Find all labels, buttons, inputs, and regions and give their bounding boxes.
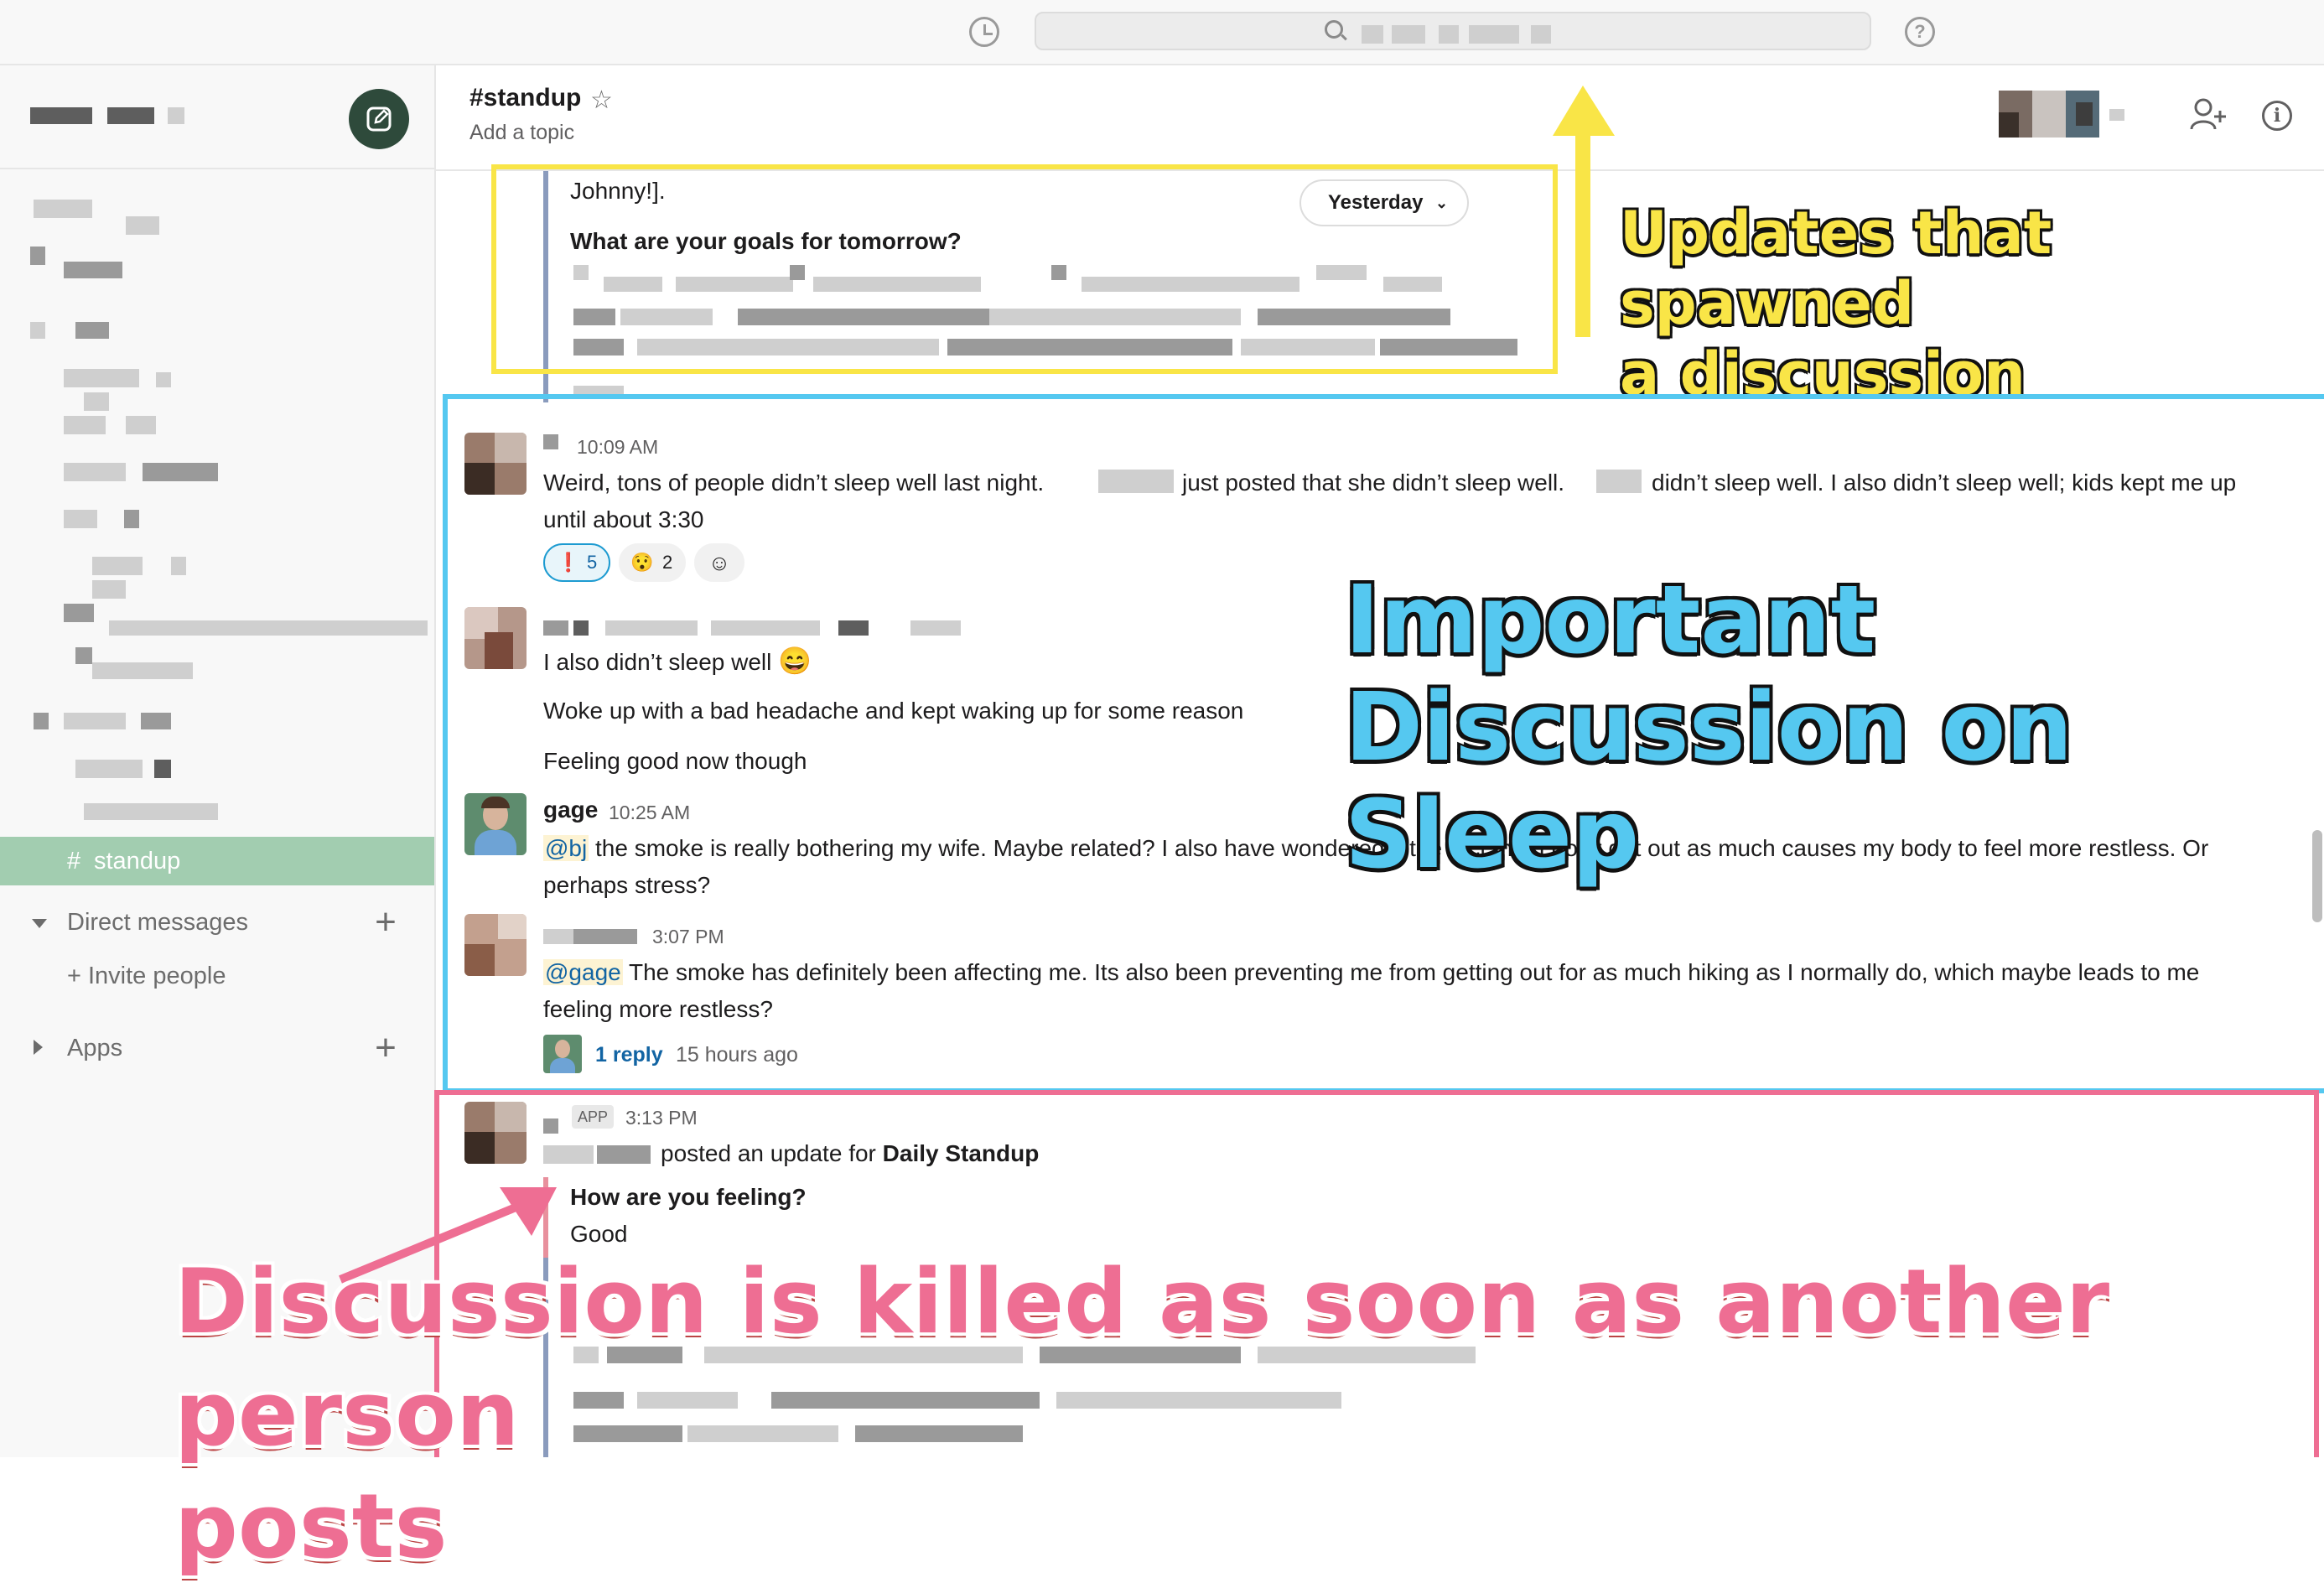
search-blur xyxy=(1439,25,1459,44)
direct-messages-section[interactable]: Direct messages + xyxy=(0,899,434,946)
workspace-header[interactable] xyxy=(0,65,434,169)
sidebar-blur xyxy=(84,392,109,411)
search-blur xyxy=(1531,25,1551,44)
search-blur xyxy=(1392,25,1425,44)
sidebar-blur xyxy=(109,620,428,636)
channel-title[interactable]: #standup xyxy=(469,84,581,112)
workspace-name-blur xyxy=(107,107,154,124)
sidebar-blur xyxy=(171,557,186,575)
add-app-button[interactable]: + xyxy=(369,1025,402,1072)
apps-section[interactable]: Apps + xyxy=(0,1025,434,1072)
sidebar-blur xyxy=(75,760,143,778)
sidebar-blur xyxy=(64,369,139,387)
sidebar-blur xyxy=(30,247,45,265)
channel-hash-icon: # xyxy=(67,848,81,875)
sidebar-item-label: standup xyxy=(94,848,181,875)
compose-button[interactable] xyxy=(349,89,409,149)
annotation-box-yellow xyxy=(491,164,1558,374)
sidebar-blur xyxy=(34,200,92,218)
sidebar-blur xyxy=(126,216,159,235)
annotation-line: Updates that spawned xyxy=(1620,199,2052,338)
annotation-pink: Discussion is killed as soon as another … xyxy=(174,1246,2324,1583)
annotation-line: Discussion on Sleep xyxy=(1345,673,2073,890)
sidebar-blur xyxy=(64,416,106,434)
info-icon[interactable]: i xyxy=(2262,101,2292,131)
help-icon[interactable]: ? xyxy=(1905,17,1935,47)
sidebar-blur xyxy=(143,463,218,481)
add-member-icon[interactable] xyxy=(2190,97,2227,131)
top-bar: ? xyxy=(0,0,2324,65)
section-label: Apps xyxy=(67,1035,123,1061)
sidebar-blur xyxy=(64,604,94,622)
invite-people-link[interactable]: + Invite people xyxy=(0,952,434,999)
sidebar-blur xyxy=(92,662,193,679)
sidebar-blur xyxy=(92,557,143,575)
sidebar-blur xyxy=(30,322,45,339)
channel-topic[interactable]: Add a topic xyxy=(469,121,574,145)
sidebar-blur xyxy=(84,803,218,820)
add-dm-button[interactable]: + xyxy=(369,899,402,946)
sidebar-blur xyxy=(64,262,122,278)
yellow-arrow xyxy=(1553,86,1615,337)
channel-header: #standup ☆ Add a topic i xyxy=(436,65,2324,171)
search-blur xyxy=(1469,25,1519,44)
member-avatar xyxy=(1999,112,2019,138)
member-avatar[interactable] xyxy=(2032,91,2066,138)
sidebar-blur xyxy=(64,713,126,729)
caret-right-icon xyxy=(34,1040,43,1055)
member-count-blur xyxy=(2109,109,2124,121)
annotation-line: Discussion is killed as soon as another … xyxy=(174,1250,2110,1466)
sidebar-blur xyxy=(141,713,171,729)
workspace-name-blur xyxy=(168,107,184,124)
annotation-yellow: Updates that spawned a discussion xyxy=(1620,198,2324,409)
sidebar-blur xyxy=(154,760,171,778)
sidebar-blur xyxy=(126,416,156,434)
sidebar-blur xyxy=(34,713,49,729)
section-label: Direct messages xyxy=(67,909,248,936)
annotation-blue: Important Discussion on Sleep xyxy=(1345,567,2324,889)
sidebar-blur xyxy=(92,580,126,599)
caret-down-icon xyxy=(32,919,47,928)
sidebar-blur xyxy=(64,463,126,481)
sidebar-blur xyxy=(75,647,92,664)
sidebar-blur xyxy=(75,322,109,339)
sidebar-blur xyxy=(156,372,171,387)
invite-label: + Invite people xyxy=(67,963,226,989)
sidebar-blur xyxy=(64,510,97,528)
sidebar-blur xyxy=(124,510,139,528)
search-blur xyxy=(1362,25,1383,44)
annotation-line: Important xyxy=(1345,566,1876,675)
compose-icon xyxy=(366,106,392,132)
workspace-name-blur xyxy=(30,107,92,124)
sidebar-item-standup[interactable]: # standup xyxy=(0,837,434,885)
member-avatar xyxy=(2076,102,2093,126)
search-icon xyxy=(1325,20,1343,39)
annotation-line: posts xyxy=(174,1475,448,1578)
star-icon[interactable]: ☆ xyxy=(590,86,613,115)
history-icon[interactable] xyxy=(969,17,999,47)
